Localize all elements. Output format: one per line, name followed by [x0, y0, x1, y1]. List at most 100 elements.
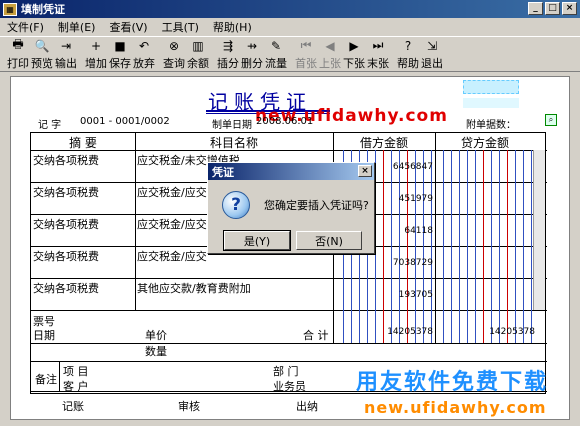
watermark-bottom: new.ufidawhy.com	[364, 398, 547, 417]
footer-total-label: 合 计	[303, 329, 329, 342]
toolbar-button-9[interactable]: ⇸ 删分	[240, 38, 264, 71]
total-debit: 14205378	[387, 327, 433, 337]
toolbar-button-4[interactable]: ■ 保存	[108, 38, 132, 71]
digit-line	[391, 150, 392, 343]
row-account[interactable]: 其他应交款/教育费附加	[137, 280, 251, 296]
toolbar-button-15[interactable]: ? 帮助	[396, 38, 420, 71]
row-summary[interactable]: 交纳各项税费	[33, 216, 99, 232]
add-icon: +	[90, 38, 102, 53]
toolbar-button-14[interactable]: ⏭ 末张	[366, 38, 390, 71]
row-debit[interactable]: 7038729	[333, 258, 433, 268]
toolbar-label: 下张	[343, 56, 365, 70]
maximize-button[interactable]: □	[545, 2, 560, 15]
insert-row-icon: ⇶	[222, 38, 234, 53]
toolbar-button-5[interactable]: ↶ 放弃	[132, 38, 156, 71]
minimize-button[interactable]: _	[528, 2, 543, 15]
toolbar-label: 查询	[163, 56, 185, 70]
menu-view[interactable]: 查看(V)	[102, 19, 154, 35]
search-icon[interactable]: ⌕	[545, 114, 557, 126]
digit-line	[515, 150, 516, 343]
grid-hline	[31, 278, 547, 279]
toolbar-button-11[interactable]: ⏮ 首张	[294, 38, 318, 71]
digit-line	[467, 150, 468, 343]
help-icon: ?	[404, 38, 412, 53]
digit-line	[423, 150, 424, 343]
toolbar-label: 输出	[55, 56, 77, 70]
digit-line	[491, 150, 492, 343]
toolbar-label: 打印	[7, 56, 29, 70]
toolbar-button-16[interactable]: ⇲ 退出	[420, 38, 444, 71]
row-summary[interactable]: 交纳各项税费	[33, 280, 99, 296]
toolbar-button-1[interactable]: 🔍 预览	[30, 38, 54, 71]
grid-hline	[31, 361, 547, 362]
dialog-title: 凭证	[212, 165, 234, 179]
menu-voucher[interactable]: 制单(E)	[51, 19, 103, 35]
digit-line	[383, 150, 384, 343]
digit-line	[483, 150, 484, 343]
no-button[interactable]: 否(N)	[296, 231, 362, 250]
exit-icon: ⇲	[426, 38, 438, 53]
digit-line	[459, 150, 460, 343]
toolbar-label: 流量	[265, 56, 287, 70]
digit-line	[375, 150, 376, 343]
digit-line	[475, 150, 476, 343]
toolbar-button-7[interactable]: ▥ 余额	[186, 38, 210, 71]
digit-line	[523, 150, 524, 343]
row-summary[interactable]: 交纳各项税费	[33, 184, 99, 200]
row-account[interactable]: 应交税金/应交	[137, 216, 207, 232]
toolbar: 🖶 打印 🔍 预览 ⇥ 输出 + 增加 ■ 保存 ↶ 放弃 ⊗ 查询 ▥ 余额 ⇶ 插分 ⇸ 删分 ✎ 流量 ⏮ 首张 ◀ 上张 ▶…	[0, 36, 580, 72]
voucher-input-box[interactable]	[463, 80, 519, 94]
window-titlebar: ▦ 填制凭证 _ □ ×	[0, 0, 580, 18]
toolbar-button-6[interactable]: ⊗ 查询	[162, 38, 186, 71]
date-label: 制单日期	[212, 120, 252, 131]
digit-line	[415, 150, 416, 343]
voucher-number[interactable]: 0001 - 0001/0002	[80, 116, 170, 127]
voucher-input-box-2[interactable]	[463, 98, 519, 108]
row-summary[interactable]: 交纳各项税费	[33, 248, 99, 264]
watermark-brand: 用友软件免费下载	[356, 370, 549, 395]
digit-line	[451, 150, 452, 343]
toolbar-button-13[interactable]: ▶ 下张	[342, 38, 366, 71]
toolbar-button-12[interactable]: ◀ 上张	[318, 38, 342, 71]
toolbar-button-2[interactable]: ⇥ 输出	[54, 38, 78, 71]
dialog-close-button[interactable]: ×	[358, 165, 372, 177]
voucher-date[interactable]: 2008.06.01	[256, 116, 313, 127]
menu-file[interactable]: 文件(F)	[0, 19, 51, 35]
close-button[interactable]: ×	[562, 2, 577, 15]
cashflow-icon: ✎	[270, 38, 282, 53]
toolbar-button-10[interactable]: ✎ 流量	[264, 38, 288, 71]
signer-bookkeep: 记账	[62, 400, 84, 413]
export-icon: ⇥	[60, 38, 72, 53]
toolbar-label: 放弃	[133, 56, 155, 70]
row-account[interactable]: 应交税金/应交	[137, 248, 207, 264]
toolbar-label: 上张	[319, 56, 341, 70]
vertical-scrollbar[interactable]	[533, 150, 545, 310]
remark-customer: 客 户	[63, 380, 89, 393]
toolbar-label: 预览	[31, 56, 53, 70]
header-account: 科目名称	[209, 136, 258, 150]
undo-icon: ↶	[138, 38, 150, 53]
row-debit[interactable]: 193705	[333, 290, 433, 300]
grid-vline	[435, 133, 436, 343]
toolbar-label: 首张	[295, 56, 317, 70]
toolbar-label: 退出	[421, 56, 443, 70]
toolbar-button-0[interactable]: 🖶 打印	[6, 37, 30, 71]
header-summary: 摘 要	[69, 136, 97, 150]
prev-icon: ◀	[325, 38, 335, 53]
yes-button[interactable]: 是(Y)	[223, 230, 291, 251]
footer-price: 单价	[145, 329, 167, 342]
voucher-type-label: 记 字	[38, 120, 62, 131]
delete-row-icon: ⇸	[246, 38, 258, 53]
toolbar-button-8[interactable]: ⇶ 插分	[216, 38, 240, 71]
menu-tools[interactable]: 工具(T)	[155, 19, 206, 35]
grid-hline	[31, 310, 547, 311]
remark-project: 项 目	[63, 365, 89, 378]
digit-line	[531, 150, 532, 343]
menu-help[interactable]: 帮助(H)	[206, 19, 259, 35]
toolbar-button-3[interactable]: + 增加	[84, 38, 108, 71]
header-credit: 贷方金额	[460, 136, 509, 150]
digit-line	[399, 150, 400, 343]
dialog-titlebar: 凭证 ×	[208, 163, 374, 180]
row-summary[interactable]: 交纳各项税费	[33, 152, 99, 168]
row-account[interactable]: 应交税金/应交	[137, 184, 207, 200]
